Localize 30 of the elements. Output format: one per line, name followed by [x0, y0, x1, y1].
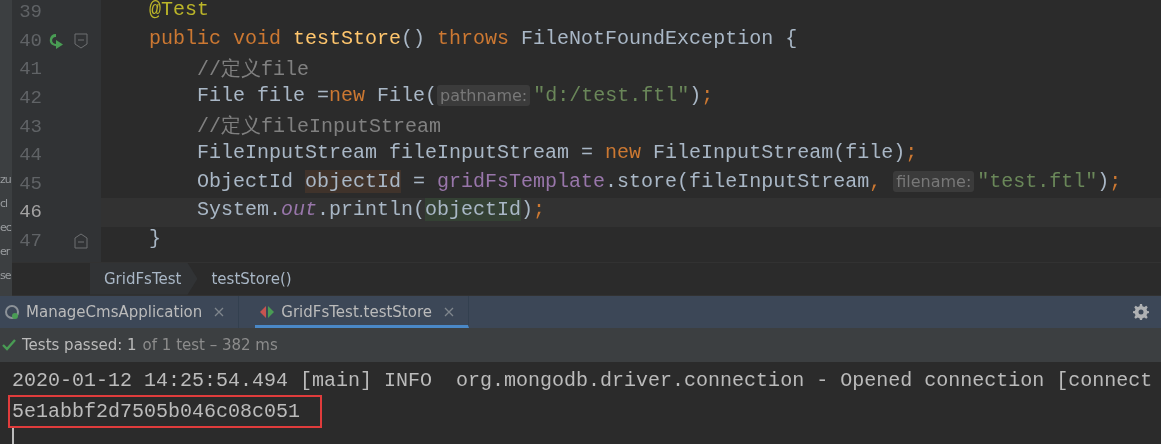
code-line: } [148, 226, 162, 252]
fold-icon[interactable] [74, 233, 88, 250]
check-icon [2, 339, 16, 352]
code-line: ObjectId objectId = gridFsTemplate.store(fileInputStream, filename: "test.ftl"); [196, 169, 1123, 195]
file-name-fragment: se [0, 268, 12, 284]
test-result-summary: Tests passed: 1 [22, 336, 137, 355]
console-line: 2020-01-12 14:25:54.494 [main] INFO org.mongodb.driver.connection - Opened connection [connect [12, 368, 1153, 394]
run-test-icon[interactable] [47, 31, 65, 50]
test-icon [259, 304, 276, 321]
breadcrumb-item[interactable]: GridFsTest [90, 262, 198, 295]
code-line: FileInputStream fileInputStream = new FileInputStream(file); [196, 140, 919, 166]
app-icon [4, 304, 20, 321]
test-result-detail: of 1 test – 382 ms [142, 336, 278, 355]
code-line: File file =new File(pathname: "d:/test.ftl"); [196, 83, 715, 109]
close-icon[interactable] [214, 307, 225, 318]
settings-icon[interactable] [1133, 304, 1149, 321]
code-line: //定义file [196, 57, 311, 84]
code-line: //定义fileInputStream [196, 114, 443, 141]
code-line: public void testStore() throws FileNotFoundException { [148, 26, 799, 52]
fold-icon[interactable] [74, 32, 88, 49]
file-name-fragment: er [0, 244, 11, 260]
line-number: 46 [18, 201, 42, 224]
file-name-fragment: cl [0, 196, 9, 212]
text-cursor [12, 428, 14, 444]
console-line: 5e1abbf2d7505b046c08c051 [12, 399, 301, 425]
file-name-fragment: zu [0, 172, 12, 188]
code-line: @Test [148, 0, 211, 23]
file-name-fragment: ec [0, 220, 12, 236]
close-icon[interactable] [444, 307, 454, 318]
breadcrumb-item[interactable]: testStore() [197, 262, 308, 295]
